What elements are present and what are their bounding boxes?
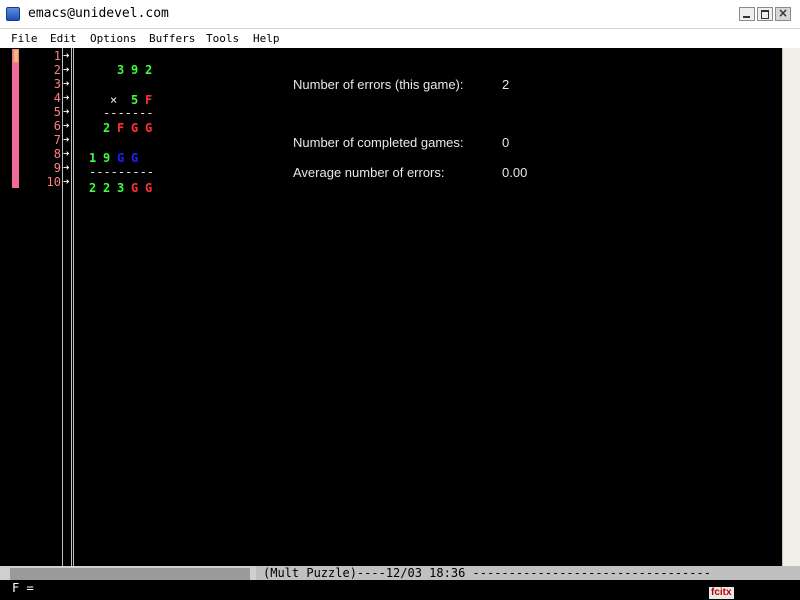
gutter-divider-right — [73, 48, 74, 566]
mode-line-obscured-area — [0, 566, 256, 580]
menu-help[interactable]: Help — [253, 32, 280, 45]
puzzle-digit: 2 — [103, 181, 111, 195]
fringe-marker — [12, 49, 19, 188]
puzzle-digit: 3 — [117, 63, 125, 77]
line-number: 8 — [53, 147, 61, 161]
menu-buffers[interactable]: Buffers — [149, 32, 195, 45]
puzzle-letter: F — [117, 121, 125, 135]
menu-edit[interactable]: Edit — [50, 32, 77, 45]
multiply-operator: × — [110, 93, 118, 107]
average-errors-value: 0.00 — [502, 165, 528, 180]
line-arrow-icon: ➔ — [63, 133, 70, 146]
line-arrow-icon: ➔ — [63, 63, 70, 76]
minimize-button[interactable] — [739, 7, 755, 21]
completed-games-label: Number of completed games: — [293, 135, 464, 150]
maximize-button[interactable] — [757, 7, 773, 21]
menu-options[interactable]: Options — [90, 32, 136, 45]
puzzle-digit: 9 — [103, 151, 111, 165]
mode-line-text: (Mult Puzzle)----12/03 18:36 -----------… — [263, 566, 711, 580]
close-button[interactable]: × — [775, 6, 791, 21]
line-number: 7 — [53, 133, 61, 147]
puzzle-rule: ------- — [103, 106, 154, 120]
line-arrow-icon: ➔ — [63, 147, 70, 160]
line-arrow-icon: ➔ — [63, 175, 70, 188]
line-number: 2 — [53, 63, 61, 77]
errors-value: 2 — [502, 77, 510, 92]
line-arrow-icon: ➔ — [63, 77, 70, 90]
line-arrow-icon: ➔ — [63, 49, 70, 62]
menubar: File Edit Options Buffers Tools Help — [0, 29, 800, 48]
window-titlebar[interactable]: emacs@unidevel.com × — [0, 0, 800, 29]
line-arrow-icon: ➔ — [63, 91, 70, 104]
line-number: 4 — [53, 91, 61, 105]
line-number: 9 — [53, 161, 61, 175]
puzzle-digit: 2 — [103, 121, 111, 135]
puzzle-digit: 2 — [145, 63, 153, 77]
vertical-scrollbar[interactable] — [782, 48, 800, 566]
close-icon: × — [777, 6, 789, 20]
mode-line: (Mult Puzzle)----12/03 18:36 -----------… — [0, 566, 800, 580]
line-number: 5 — [53, 105, 61, 119]
line-number: 3 — [53, 77, 61, 91]
average-errors-label: Average number of errors: — [293, 165, 445, 180]
mode-line-obscured-fill — [10, 568, 250, 580]
puzzle-rule: --------- — [89, 165, 155, 179]
puzzle-letter: G — [131, 181, 139, 195]
menu-file[interactable]: File — [11, 32, 38, 45]
minibuffer[interactable]: F = — [0, 580, 800, 600]
line-number: 1 — [53, 49, 61, 63]
puzzle-digit: 3 — [117, 181, 125, 195]
puzzle-letter: G — [145, 121, 153, 135]
cursor-marker — [13, 49, 19, 63]
line-arrow-icon: ➔ — [63, 105, 70, 118]
puzzle-letter: G — [145, 181, 153, 195]
puzzle-letter: G — [131, 121, 139, 135]
gutter-divider-mid — [71, 48, 72, 566]
fcitx-indicator[interactable]: fcitx — [709, 587, 734, 599]
line-arrow-icon: ➔ — [63, 161, 70, 174]
puzzle-digit: 2 — [89, 181, 97, 195]
errors-label: Number of errors (this game): — [293, 77, 464, 92]
line-arrow-icon: ➔ — [63, 119, 70, 132]
puzzle-letter: F — [145, 93, 153, 107]
puzzle-digit: 5 — [131, 93, 139, 107]
minibuffer-prompt: F = — [12, 581, 41, 595]
line-number: 6 — [53, 119, 61, 133]
puzzle-digit: 9 — [131, 63, 139, 77]
puzzle-letter: G — [131, 151, 139, 165]
line-number: 10 — [46, 175, 61, 189]
puzzle-digit: 1 — [89, 151, 97, 165]
window-title: emacs@unidevel.com — [28, 6, 169, 21]
menu-tools[interactable]: Tools — [206, 32, 239, 45]
emacs-app-icon — [6, 7, 20, 21]
puzzle-letter: G — [117, 151, 125, 165]
completed-games-value: 0 — [502, 135, 510, 150]
